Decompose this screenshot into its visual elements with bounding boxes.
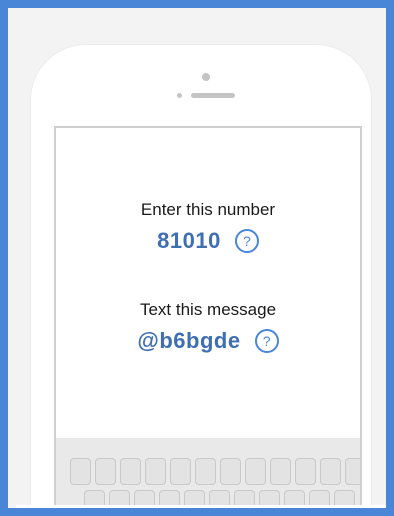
keyboard-key	[284, 490, 305, 508]
keyboard-key	[345, 458, 360, 485]
keyboard-key	[270, 458, 291, 485]
keyboard-key	[195, 458, 216, 485]
keyboard-key	[320, 458, 341, 485]
message-code: @b6bgde	[137, 328, 241, 353]
keyboard-row-2	[84, 490, 355, 508]
keyboard-key	[159, 490, 180, 508]
sensor-icon	[177, 93, 182, 98]
message-row: @b6bgde ?	[56, 328, 360, 354]
number-help-icon[interactable]: ?	[234, 229, 259, 253]
keyboard-key	[295, 458, 316, 485]
keyboard-key	[109, 490, 130, 508]
keyboard-key	[145, 458, 166, 485]
screenshot-frame: Enter this number 81010 ? Text this mess…	[0, 0, 394, 516]
enter-number-label: Enter this number	[140, 200, 276, 219]
keyboard-key	[309, 490, 330, 508]
keyboard-key	[70, 458, 91, 485]
phone-screen: Enter this number 81010 ? Text this mess…	[54, 126, 362, 508]
speaker-icon	[191, 93, 235, 98]
keyboard-key	[120, 458, 141, 485]
keyboard-key	[95, 458, 116, 485]
keyboard-key	[245, 458, 266, 485]
keyboard-key	[220, 458, 241, 485]
bottom-strip	[16, 505, 386, 508]
keyboard-key	[184, 490, 205, 508]
keyboard-row-1	[70, 458, 360, 485]
keyboard-key	[134, 490, 155, 508]
keyboard-key	[170, 458, 191, 485]
keyboard-key	[84, 490, 105, 508]
camera-icon	[202, 73, 210, 81]
text-message-label: Text this message	[139, 300, 277, 319]
short-code-number: 81010	[157, 228, 221, 253]
number-row: 81010 ?	[56, 228, 360, 254]
keyboard-key	[234, 490, 255, 508]
keyboard-key	[334, 490, 355, 508]
keyboard-key	[209, 490, 230, 508]
message-help-icon[interactable]: ?	[254, 329, 279, 353]
keyboard-key	[259, 490, 280, 508]
